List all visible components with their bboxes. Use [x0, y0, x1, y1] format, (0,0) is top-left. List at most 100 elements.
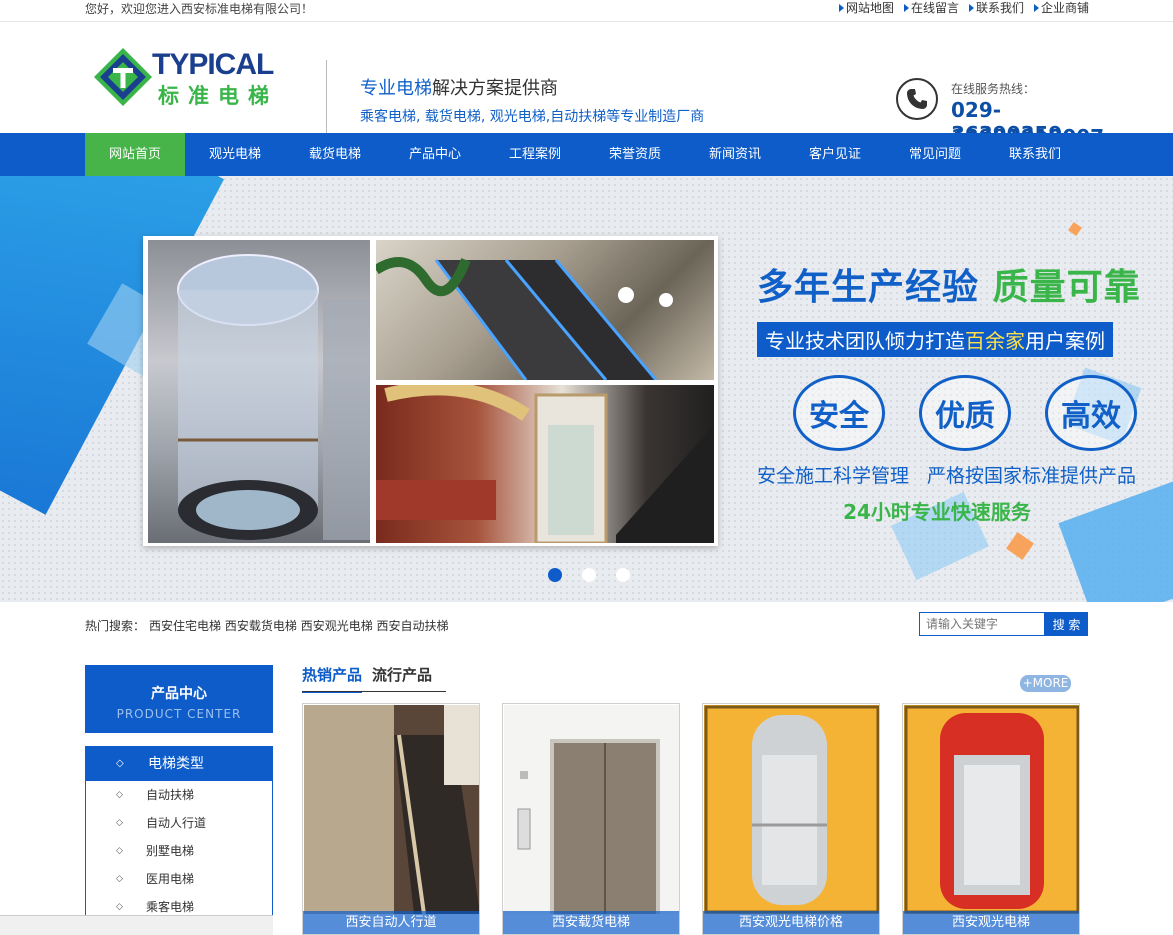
slider-dot-3[interactable]	[616, 568, 630, 582]
banner-sub-a: 专业技术团队倾力打造	[765, 329, 965, 353]
banner-badges: 安全 优质 高效	[793, 375, 1167, 451]
sitemap-link[interactable]: 网站地图	[838, 0, 894, 16]
banner-headline: 多年生产经验 质量可靠	[757, 258, 1167, 310]
contact-link[interactable]: 联系我们	[968, 0, 1024, 16]
badge-efficient: 高效	[1045, 375, 1137, 451]
nav-sightseeing-elevator[interactable]: 观光电梯	[185, 133, 285, 176]
hot-search-term[interactable]: 西安住宅电梯	[149, 619, 221, 633]
sub-slogan: 乘客电梯, 载货电梯, 观光电梯,自动扶梯等专业制造厂商	[360, 109, 705, 125]
more-button[interactable]: +MORE	[1020, 675, 1071, 692]
search-input[interactable]	[919, 612, 1045, 636]
nav-cases[interactable]: 工程案例	[485, 133, 585, 176]
banner-photo-escalator	[376, 240, 714, 380]
banner-headline-a: 多年生产经验	[757, 267, 980, 308]
product-image	[704, 705, 879, 914]
badge-quality: 优质	[919, 375, 1011, 451]
logo-text-en: TYPICAL	[152, 48, 274, 81]
banner-feature-b: 严格按国家标准提供产品	[927, 465, 1137, 487]
slogan: 专业电梯解决方案提供商	[360, 74, 558, 100]
slogan-highlight: 专业电梯	[360, 78, 432, 99]
tabs-underline	[302, 691, 446, 692]
logo-text-cn: 标准电梯	[158, 84, 278, 108]
sidebar-title: 产品中心	[151, 686, 207, 702]
product-tabs: 热销产品 流行产品	[302, 664, 432, 693]
hot-search-term[interactable]: 西安载货电梯	[225, 619, 297, 633]
site-logo[interactable]: TYPICAL 标准电梯	[92, 48, 282, 134]
nav-honors[interactable]: 荣誉资质	[585, 133, 685, 176]
message-link[interactable]: 在线留言	[903, 0, 959, 16]
sidebar-item-label: 自动人行道	[146, 816, 207, 830]
nav-freight-elevator[interactable]: 载货电梯	[285, 133, 385, 176]
search-box: 搜 索	[919, 612, 1088, 636]
hot-search-term[interactable]: 西安观光电梯	[301, 619, 373, 633]
product-caption: 西安自动人行道	[303, 911, 479, 934]
banner-photo-home-elevator	[376, 385, 714, 543]
tab-hot-products[interactable]: 热销产品	[302, 664, 363, 693]
banner-service: 24小时专业快速服务	[843, 500, 1031, 524]
sidebar-item-escalator[interactable]: 自动扶梯	[86, 781, 272, 809]
nav-contact[interactable]: 联系我们	[985, 133, 1085, 176]
product-caption: 西安观光电梯	[903, 911, 1079, 934]
product-card[interactable]: 西安观光电梯价格	[702, 703, 880, 935]
banner-subheadline: 专业技术团队倾力打造百余家用户案例	[757, 322, 1113, 357]
main-nav: 网站首页 观光电梯 载货电梯 产品中心 工程案例 荣誉资质 新闻资讯 客户见证 …	[0, 133, 1173, 176]
top-links: 网站地图 在线留言 联系我们 企业商铺	[838, 0, 1089, 16]
welcome-text: 您好，欢迎您进入西安标准电梯有限公司！	[85, 2, 314, 16]
nav-testimonials[interactable]: 客户见证	[785, 133, 885, 176]
sidebar-item-label: 医用电梯	[146, 872, 195, 886]
sidebar-category-label: 电梯类型	[148, 756, 204, 772]
header: TYPICAL 标准电梯 专业电梯解决方案提供商 乘客电梯, 载货电梯, 观光电…	[0, 22, 1173, 149]
product-image	[904, 705, 1079, 914]
nav-faq[interactable]: 常见问题	[885, 133, 985, 176]
hero-banner[interactable]: 多年生产经验 质量可靠 专业技术团队倾力打造百余家用户案例 安全 优质 高效 安…	[0, 176, 1173, 602]
nav-news[interactable]: 新闻资讯	[685, 133, 785, 176]
slogan-rest: 解决方案提供商	[432, 78, 558, 99]
contact-link-label: 联系我们	[975, 1, 1024, 15]
product-image	[504, 705, 679, 914]
phone-icon	[896, 78, 938, 120]
shop-link[interactable]: 企业商铺	[1033, 0, 1089, 16]
product-card[interactable]: 西安载货电梯	[502, 703, 680, 935]
sidebar-item-label: 乘客电梯	[146, 900, 195, 914]
sidebar-subtitle: PRODUCT CENTER	[116, 707, 242, 721]
hotline-label: 在线服务热线：	[951, 82, 1036, 96]
badge-safe: 安全	[793, 375, 885, 451]
hot-search-label: 热门搜索：	[85, 619, 146, 633]
banner-sub-c: 用户案例	[1025, 329, 1105, 353]
slider-dot-2[interactable]	[582, 568, 596, 582]
nav-home[interactable]: 网站首页	[85, 133, 185, 176]
hot-search: 热门搜索： 西安住宅电梯 西安载货电梯 西安观光电梯 西安自动扶梯	[85, 617, 449, 634]
sidebar-item-villa[interactable]: 别墅电梯	[86, 837, 272, 865]
triangle-icon	[968, 4, 974, 12]
search-button[interactable]: 搜 索	[1045, 612, 1088, 636]
sidebar-item-label: 自动扶梯	[146, 788, 195, 802]
sidebar-list: 电梯类型 自动扶梯 自动人行道 别墅电梯 医用电梯 乘客电梯	[85, 746, 273, 935]
banner-photo-collage	[143, 236, 718, 546]
banner-text: 多年生产经验 质量可靠 专业技术团队倾力打造百余家用户案例 安全 优质 高效 安…	[757, 258, 1167, 525]
triangle-icon	[903, 4, 909, 12]
banner-photo-glass-elevator	[148, 240, 370, 543]
tab-popular-products[interactable]: 流行产品	[372, 664, 432, 693]
message-link-label: 在线留言	[910, 1, 959, 15]
sidebar-item-medical[interactable]: 医用电梯	[86, 865, 272, 893]
hot-search-term[interactable]: 西安自动扶梯	[377, 619, 449, 633]
sitemap-link-label: 网站地图	[845, 1, 894, 15]
top-bar: 您好，欢迎您进入西安标准电梯有限公司！ 网站地图 在线留言 联系我们 企业商铺	[0, 0, 1173, 22]
product-caption: 西安观光电梯价格	[703, 911, 879, 934]
product-card[interactable]: 西安自动人行道	[302, 703, 480, 935]
sidebar-item-label: 别墅电梯	[146, 844, 195, 858]
slider-dots	[548, 568, 630, 582]
sidebar-category[interactable]: 电梯类型	[86, 747, 272, 781]
product-card[interactable]: 西安观光电梯	[902, 703, 1080, 935]
horizontal-scrollbar[interactable]	[0, 915, 273, 935]
slider-dot-1[interactable]	[548, 568, 562, 582]
product-image	[304, 705, 479, 915]
product-caption: 西安载货电梯	[503, 911, 679, 934]
nav-products[interactable]: 产品中心	[385, 133, 485, 176]
sidebar-item-moving-walk[interactable]: 自动人行道	[86, 809, 272, 837]
triangle-icon	[838, 4, 844, 12]
banner-headline-b: 质量可靠	[992, 267, 1141, 308]
header-divider	[326, 60, 327, 136]
shop-link-label: 企业商铺	[1040, 1, 1089, 15]
triangle-icon	[1033, 4, 1039, 12]
